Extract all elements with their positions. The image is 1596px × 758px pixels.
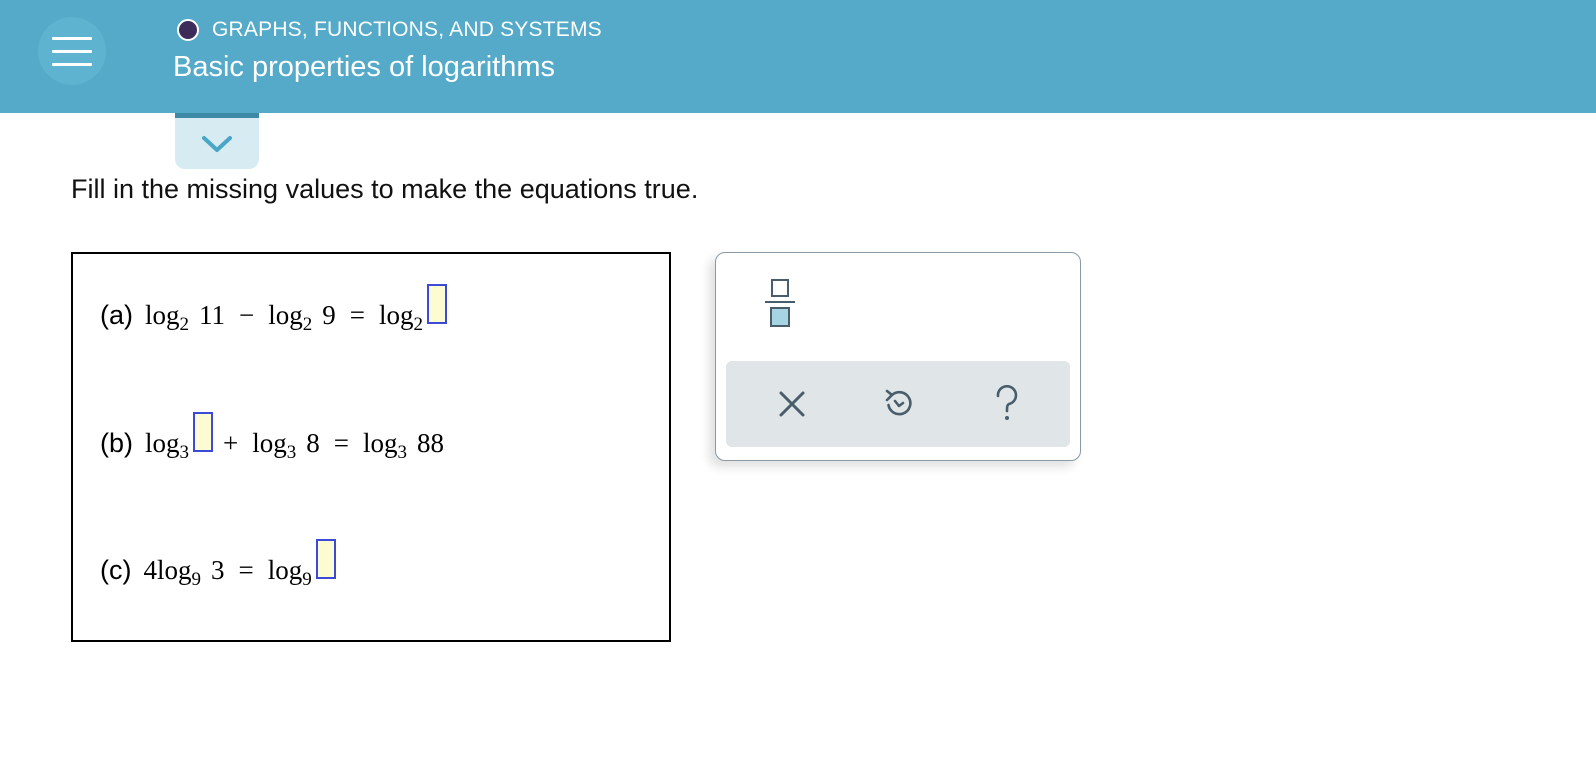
help-button[interactable]	[986, 383, 1028, 425]
expand-toggle-button[interactable]	[175, 113, 259, 169]
page-title: Basic properties of logarithms	[173, 51, 555, 83]
minus-operator: −	[239, 300, 255, 330]
equals-sign: =	[333, 428, 349, 458]
part-label: (c)	[100, 555, 132, 585]
log-text: log	[156, 555, 192, 585]
log-argument: 11	[199, 300, 226, 330]
answer-input-c[interactable]	[315, 539, 336, 579]
fraction-button[interactable]	[764, 279, 796, 335]
equation-c: (c) 4 log 9 3 = log 9	[100, 539, 336, 590]
log-base: 3	[179, 442, 190, 463]
log-base: 2	[302, 314, 313, 335]
chevron-down-icon	[202, 135, 232, 152]
log-text: log	[379, 300, 414, 330]
log-argument: 9	[322, 300, 336, 330]
plus-operator: +	[223, 428, 239, 458]
answer-input-b[interactable]	[193, 412, 214, 452]
question-prompt: Fill in the missing values to make the e…	[71, 174, 699, 204]
category-label: GRAPHS, FUNCTIONS, AND SYSTEMS	[212, 18, 602, 41]
close-icon	[779, 391, 805, 417]
equals-sign: =	[238, 555, 254, 585]
log-coefficient: 4	[143, 555, 157, 585]
undo-button[interactable]	[877, 383, 919, 425]
header-bar: GRAPHS, FUNCTIONS, AND SYSTEMS Basic pro…	[0, 0, 1596, 113]
equation-a: (a) log 2 11 − log 2 9 = log 2	[100, 284, 448, 335]
log-argument: 88	[417, 428, 445, 458]
log-text: log	[252, 428, 287, 458]
hamburger-menu-icon	[52, 36, 92, 40]
log-base: 9	[191, 569, 202, 590]
fraction-icon	[771, 279, 789, 297]
equation-b: (b) log 3 + log 3 8 = log 3 88	[100, 412, 445, 463]
menu-button[interactable]	[38, 17, 106, 85]
math-keypad	[715, 252, 1081, 461]
part-label: (b)	[100, 428, 133, 458]
keypad-action-bar	[726, 361, 1070, 447]
answer-input-a[interactable]	[427, 284, 448, 324]
topic-category: GRAPHS, FUNCTIONS, AND SYSTEMS	[177, 18, 602, 42]
log-argument: 3	[211, 555, 225, 585]
log-base: 2	[413, 314, 424, 335]
progress-dot-icon	[177, 19, 199, 41]
log-base: 3	[286, 442, 297, 463]
clear-button[interactable]	[771, 383, 813, 425]
log-text: log	[145, 428, 180, 458]
log-base: 9	[302, 569, 312, 590]
log-text: log	[363, 428, 398, 458]
log-text: log	[267, 555, 303, 585]
part-label: (a)	[100, 300, 133, 330]
log-text: log	[268, 300, 303, 330]
question-mark-icon	[996, 385, 1018, 420]
equals-sign: =	[349, 300, 365, 330]
undo-icon	[885, 389, 912, 416]
log-text: log	[145, 300, 180, 330]
problem-panel: (a) log 2 11 − log 2 9 = log 2 (b) log 3 + l…	[71, 252, 671, 642]
log-base: 3	[397, 442, 408, 463]
log-base: 2	[179, 314, 190, 335]
log-argument: 8	[306, 428, 320, 458]
